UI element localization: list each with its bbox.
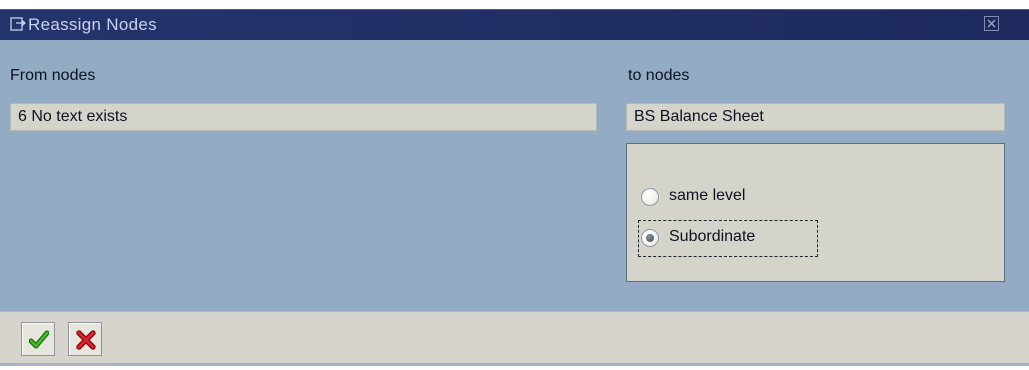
window-icon bbox=[10, 16, 27, 32]
window-title: Reassign Nodes bbox=[28, 15, 157, 34]
x-icon bbox=[76, 330, 96, 350]
dialog-toolbar bbox=[0, 311, 1029, 364]
dialog-content: From nodes 6 No text exists to nodes BS … bbox=[0, 40, 1029, 311]
reassign-nodes-dialog: Reassign Nodes From nodes 6 No text exis… bbox=[0, 0, 1029, 370]
radio-same-level-label[interactable]: same level bbox=[669, 187, 745, 205]
close-icon bbox=[987, 19, 996, 28]
placement-option-group: same level Subordinate bbox=[626, 143, 1005, 282]
to-nodes-label: to nodes bbox=[628, 67, 690, 84]
confirm-button[interactable] bbox=[21, 322, 55, 356]
radio-same-level[interactable] bbox=[641, 188, 659, 206]
cancel-button[interactable] bbox=[68, 322, 102, 356]
bottom-divider bbox=[0, 363, 1029, 366]
title-bar: Reassign Nodes bbox=[0, 9, 1029, 40]
focus-indicator bbox=[638, 220, 818, 257]
from-nodes-label: From nodes bbox=[10, 67, 96, 84]
close-button[interactable] bbox=[984, 16, 999, 31]
from-nodes-field: 6 No text exists bbox=[10, 103, 597, 131]
checkmark-icon bbox=[29, 330, 49, 349]
to-nodes-field[interactable]: BS Balance Sheet bbox=[626, 103, 1005, 131]
